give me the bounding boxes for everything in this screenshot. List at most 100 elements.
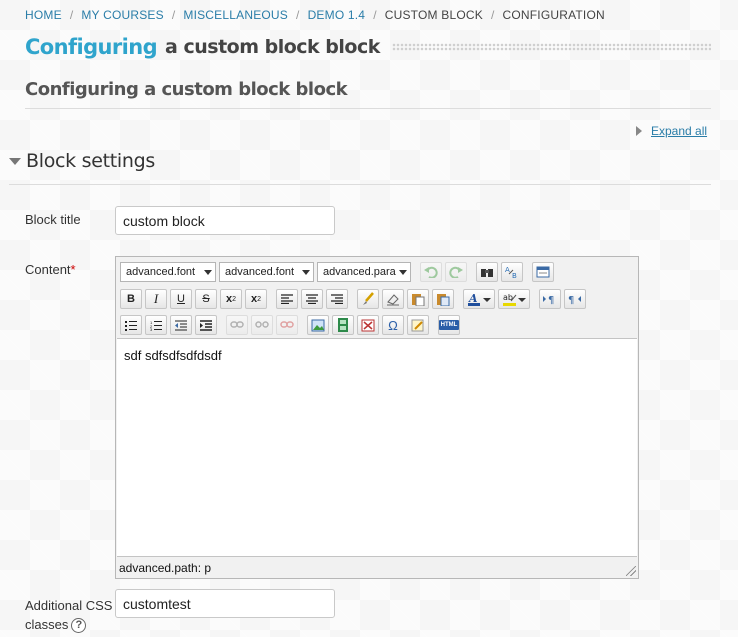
- expand-all-label: Expand all: [651, 124, 708, 138]
- unlink-icon: [255, 321, 269, 328]
- italic-button[interactable]: I: [145, 289, 167, 309]
- resize-handle[interactable]: [626, 566, 636, 576]
- undo-button[interactable]: [420, 262, 442, 282]
- manage-files-button[interactable]: [357, 315, 379, 335]
- insert-equation-button[interactable]: [407, 315, 429, 335]
- paste-text-button[interactable]: [407, 289, 429, 309]
- superscript-button[interactable]: x2: [245, 289, 267, 309]
- title-dotted-divider: [391, 43, 711, 51]
- redo-button[interactable]: [445, 262, 467, 282]
- breadcrumb-my-courses[interactable]: MY COURSES: [81, 8, 163, 22]
- image-icon: [311, 319, 325, 331]
- replace-button[interactable]: AB: [501, 262, 523, 282]
- chevron-down-icon: [302, 270, 310, 275]
- find-replace-icon: AB: [505, 266, 517, 279]
- page-title: Configuring a custom block block: [25, 32, 711, 62]
- paragraph-format-select-value: advanced.para: [323, 266, 396, 278]
- breadcrumb-separator: /: [373, 8, 377, 22]
- align-center-button[interactable]: [301, 289, 323, 309]
- highlight-color-icon: ab: [503, 293, 517, 306]
- block-settings-toggle[interactable]: Block settings: [9, 150, 155, 172]
- insert-link-button[interactable]: [226, 315, 248, 335]
- editor-content-area[interactable]: sdf sdfsdfsdfdsdf: [117, 338, 637, 557]
- content-label: Content*: [25, 262, 76, 277]
- find-button[interactable]: [476, 262, 498, 282]
- unlink-button[interactable]: [251, 315, 273, 335]
- text-color-button[interactable]: A: [463, 289, 495, 309]
- bold-button[interactable]: B: [120, 289, 142, 309]
- css-classes-label: Additional CSS classes?: [25, 596, 112, 634]
- align-left-icon: [281, 294, 293, 304]
- breadcrumb-separator: /: [69, 8, 74, 22]
- block-title-label: Block title: [25, 212, 81, 227]
- bullet-list-button[interactable]: [120, 315, 142, 335]
- outdent-button[interactable]: [170, 315, 192, 335]
- edit-pencil-icon: [411, 319, 424, 331]
- font-family-select[interactable]: advanced.font: [120, 262, 216, 282]
- css-classes-input[interactable]: customtest: [115, 589, 335, 618]
- remove-format-button[interactable]: [382, 289, 404, 309]
- paragraph-format-select[interactable]: advanced.para: [317, 262, 411, 282]
- font-family-select-value: advanced.font: [126, 266, 196, 278]
- editor-content-text: sdf sdfsdfsdfdsdf: [124, 348, 222, 363]
- bullet-list-icon: [125, 320, 137, 331]
- indent-button[interactable]: [195, 315, 217, 335]
- numbered-list-button[interactable]: 123: [145, 315, 167, 335]
- rich-text-editor: advanced.font advanced.font advanced.par…: [115, 256, 639, 579]
- insert-image-button[interactable]: [307, 315, 329, 335]
- help-icon[interactable]: ?: [71, 618, 87, 634]
- required-marker: *: [70, 262, 76, 277]
- css-classes-label-line1: Additional CSS: [25, 598, 113, 613]
- file-manager-icon: [361, 319, 375, 331]
- brush-icon: [363, 292, 374, 305]
- outdent-icon: [175, 320, 187, 330]
- fullscreen-button[interactable]: [532, 262, 554, 282]
- clipboard-icon: [412, 294, 425, 306]
- align-left-button[interactable]: [276, 289, 298, 309]
- cleanup-button[interactable]: [357, 289, 379, 309]
- editor-toolbar-row-3: 123 Ω HTML: [120, 314, 463, 336]
- section-title: Block settings: [26, 150, 155, 172]
- window-icon: [536, 266, 550, 278]
- page-title-accent: Configuring: [25, 35, 158, 59]
- svg-text:3: 3: [150, 327, 153, 331]
- highlight-color-button[interactable]: ab: [498, 289, 530, 309]
- anchor-button[interactable]: [276, 315, 298, 335]
- svg-text:¶: ¶: [568, 295, 574, 305]
- subscript-digit: 2: [232, 295, 237, 303]
- breadcrumb-separator: /: [296, 8, 300, 22]
- svg-text:¶: ¶: [548, 295, 554, 305]
- ltr-button[interactable]: ¶: [539, 289, 561, 309]
- breadcrumb-home[interactable]: HOME: [25, 8, 62, 22]
- link-icon: [230, 321, 244, 328]
- right-to-left-icon: ¶: [568, 295, 581, 305]
- editor-path-status: advanced.path: p: [119, 561, 212, 575]
- underline-button[interactable]: U: [170, 289, 192, 309]
- breadcrumb-miscellaneous[interactable]: MISCELLANEOUS: [183, 8, 288, 22]
- strikethrough-button[interactable]: S: [195, 289, 217, 309]
- block-title-input[interactable]: custom block: [115, 206, 335, 235]
- css-classes-value: customtest: [123, 595, 191, 612]
- paste-word-button[interactable]: [432, 289, 454, 309]
- font-size-select[interactable]: advanced.font: [219, 262, 314, 282]
- insert-media-button[interactable]: [332, 315, 354, 335]
- redo-icon: [449, 266, 463, 278]
- omega-icon: Ω: [388, 317, 398, 333]
- breadcrumb-custom-block: CUSTOM BLOCK: [384, 8, 483, 22]
- film-icon: [338, 318, 348, 332]
- divider: [9, 184, 711, 185]
- editor-toolbar-row-1: advanced.font advanced.font advanced.par…: [120, 261, 557, 283]
- clipboard-word-icon: [437, 294, 450, 306]
- expand-all-link[interactable]: Expand all: [636, 124, 707, 138]
- rtl-button[interactable]: ¶: [564, 289, 586, 309]
- page-title-rest: a custom block block: [165, 36, 380, 58]
- align-right-button[interactable]: [326, 289, 348, 309]
- subscript-button[interactable]: x2: [220, 289, 242, 309]
- block-title-value: custom block: [123, 212, 205, 229]
- left-to-right-icon: ¶: [543, 295, 554, 305]
- binoculars-icon: [481, 269, 493, 277]
- divider: [25, 108, 711, 109]
- special-char-button[interactable]: Ω: [382, 315, 404, 335]
- html-source-button[interactable]: HTML: [438, 315, 460, 335]
- breadcrumb-demo[interactable]: DEMO 1.4: [308, 8, 366, 22]
